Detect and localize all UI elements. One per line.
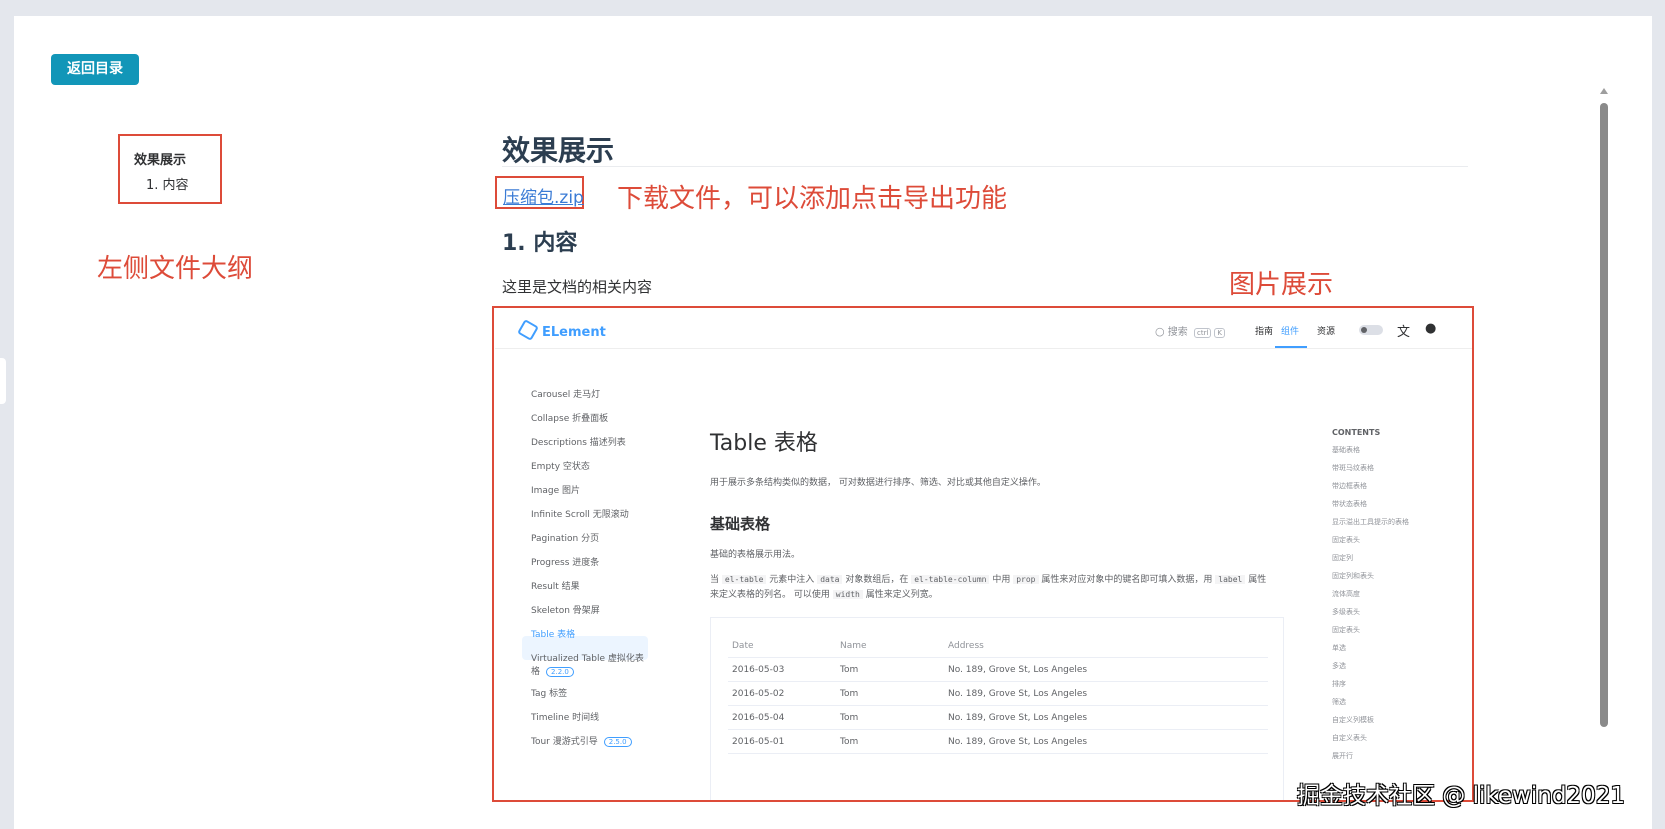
outline-item-content[interactable]: 1. 内容 <box>146 174 189 193</box>
annotation-outline: 左侧文件大纲 <box>97 254 254 284</box>
annotation-download: 下载文件，可以添加点击导出功能 <box>617 184 1008 214</box>
title-divider <box>502 166 1468 167</box>
vertical-scrollbar[interactable] <box>1600 103 1608 727</box>
scroll-up-arrow-icon[interactable] <box>1600 88 1608 94</box>
doc-paragraph: 这里是文档的相关内容 <box>502 278 653 296</box>
zip-download-link[interactable]: 压缩包.zip <box>503 183 584 208</box>
back-to-index-button[interactable]: 返回目录 <box>51 54 139 85</box>
outline-title[interactable]: 效果展示 <box>134 149 186 168</box>
image-highlight-box <box>492 306 1474 802</box>
outline-highlight-box <box>118 134 222 204</box>
doc-title: 效果展示 <box>502 134 615 167</box>
annotation-image: 图片展示 <box>1229 270 1334 300</box>
section-title: 1. 内容 <box>502 231 578 256</box>
sidebar-toggle-handle[interactable] <box>0 358 6 404</box>
watermark: 掘金技术社区 @ likewind2021 <box>1297 783 1625 809</box>
